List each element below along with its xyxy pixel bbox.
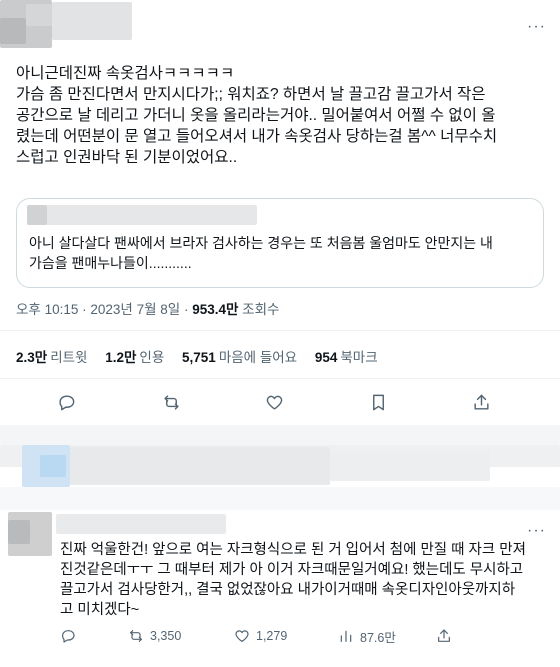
reply-like-count: 1,279 — [256, 629, 288, 643]
blurred-username[interactable] — [52, 2, 132, 40]
like-icon — [266, 395, 282, 410]
stat-likes[interactable]: 5,751 마음에 들어요 — [182, 346, 297, 366]
stat-count: 954 — [314, 350, 338, 365]
retweet-button[interactable] — [159, 390, 183, 414]
stat-count: 1.2만 — [105, 350, 137, 365]
stat-label: 북마크 — [340, 350, 378, 365]
reply-like-button[interactable]: 1,279 — [234, 626, 287, 646]
quote-line: 가슴을 팬매누나들이........... — [29, 255, 192, 271]
views-icon — [340, 630, 352, 642]
meta-separator: · — [78, 302, 91, 317]
like-button[interactable] — [262, 390, 286, 414]
meta-separator: · — [180, 302, 193, 317]
blur-block — [0, 425, 560, 445]
tweet-meta: 오후 10:15 · 2023년 7월 8일 · 953.4만 조회수 — [16, 298, 279, 318]
tweet-time[interactable]: 오후 10:15 — [16, 302, 78, 317]
tweet-date[interactable]: 2023년 7월 8일 — [90, 302, 180, 317]
blurred-reply-username[interactable] — [56, 514, 226, 534]
retweet-icon — [163, 394, 179, 410]
reply-button[interactable] — [54, 390, 78, 414]
divider — [0, 330, 560, 331]
reply-line: 진짜 억울한건! 앞으로 여는 자크형식으로 된 거 입어서 첨에 만질 때 자… — [60, 542, 526, 558]
blurred-avatar-block — [26, 4, 52, 26]
reply-line: 진것같은데ㅜㅜ 그 때부터 제가 아 이거 자크때문일거예요! 했는데도 무시하… — [60, 562, 524, 578]
stat-quotes[interactable]: 1.2만 인용 — [105, 346, 164, 366]
retweet-icon — [130, 630, 142, 642]
stat-label: 마음에 들어요 — [218, 350, 298, 365]
quoted-tweet-text: 아니 살다살다 팬싸에서 브라자 검사하는 경우는 또 처음봄 울엄마도 안만지… — [29, 233, 534, 273]
stat-bookmarks[interactable]: 954 북마크 — [315, 346, 378, 366]
reply-line: 고 미치겠다~ — [60, 602, 140, 618]
quote-line: 아니 살다살다 팬싸에서 브라자 검사하는 경우는 또 처음봄 울엄마도 안만지… — [29, 235, 493, 251]
tweet-line: 공간으로 날 데리고 가더니 옷을 올리라는거야.. 밀어붙여서 어쩔 수 없이… — [16, 107, 496, 124]
tweet-line: 아니근데진짜 속옷검사ㅋㅋㅋㅋㅋ — [16, 65, 235, 82]
views-label: 조회수 — [242, 302, 280, 317]
share-button[interactable] — [469, 390, 493, 414]
reply-reply-button[interactable] — [60, 626, 82, 646]
divider — [0, 378, 560, 379]
reply-line: 끌고가서 검사당한거,, 결국 없었잖아요 내가이거때매 속옷디자인아웃까지하 — [60, 582, 516, 598]
tweet-line: 렸는데 어떤분이 문 열고 들어오셔서 내가 속옷검사 당하는걸 봄^^ 너무수… — [16, 128, 498, 145]
reply-more-options-icon[interactable]: ··· — [527, 522, 546, 540]
share-icon — [438, 629, 450, 642]
reply-views-count: 87.6만 — [360, 630, 396, 645]
reply-views-button[interactable]: 87.6만 — [338, 626, 396, 646]
views-count: 953.4만 — [192, 302, 239, 317]
blur-block — [70, 447, 330, 485]
stat-label: 리트윗 — [50, 350, 88, 365]
quoted-tweet[interactable]: 아니 살다살다 팬싸에서 브라자 검사하는 경우는 또 처음봄 울엄마도 안만지… — [16, 198, 544, 288]
more-options-icon[interactable]: ··· — [527, 18, 546, 36]
blurred-quote-avatar — [27, 205, 47, 225]
main-tweet: ··· 아니근데진짜 속옷검사ㅋㅋㅋㅋㅋ 가슴 좀 만진다면서 만지시다가;; … — [0, 0, 560, 425]
blur-block — [40, 455, 66, 477]
blurred-quote-author — [27, 205, 257, 225]
stat-count: 5,751 — [182, 350, 216, 365]
tweet-line: 스럽고 인권바닥 된 기분이었어요.. — [16, 149, 238, 166]
blurred-content-band — [0, 425, 560, 510]
bookmark-icon — [372, 394, 384, 410]
bookmark-button[interactable] — [366, 390, 390, 414]
stat-count: 2.3만 — [16, 350, 48, 365]
reply-body: 진짜 억울한건! 앞으로 여는 자크형식으로 된 거 입어서 첨에 만질 때 자… — [60, 540, 550, 620]
reply-icon — [62, 630, 75, 643]
blurred-avatar-block — [0, 18, 26, 44]
blur-block — [330, 451, 490, 481]
tweet-actions — [0, 390, 560, 414]
reply-icon — [58, 394, 74, 410]
stat-label: 인용 — [139, 350, 165, 365]
tweet-stats: 2.3만 리트윗 1.2만 인용 5,751 마음에 들어요 954 북마크 — [16, 346, 392, 366]
tweet-body: 아니근데진짜 속옷검사ㅋㅋㅋㅋㅋ 가슴 좀 만진다면서 만지시다가;; 워치죠?… — [16, 63, 544, 168]
share-icon — [473, 394, 489, 410]
reply-retweet-button[interactable]: 3,350 — [128, 626, 181, 646]
reply-retweet-count: 3,350 — [150, 629, 182, 643]
stat-retweets[interactable]: 2.3만 리트윗 — [16, 346, 87, 366]
blur-block — [8, 520, 30, 544]
tweet-line: 가슴 좀 만진다면서 만지시다가;; 워치죠? 하면서 날 끌고감 끌고가서 작… — [16, 86, 486, 103]
like-icon — [235, 630, 249, 642]
blur-block — [0, 487, 560, 510]
reply-share-button[interactable] — [436, 626, 458, 646]
